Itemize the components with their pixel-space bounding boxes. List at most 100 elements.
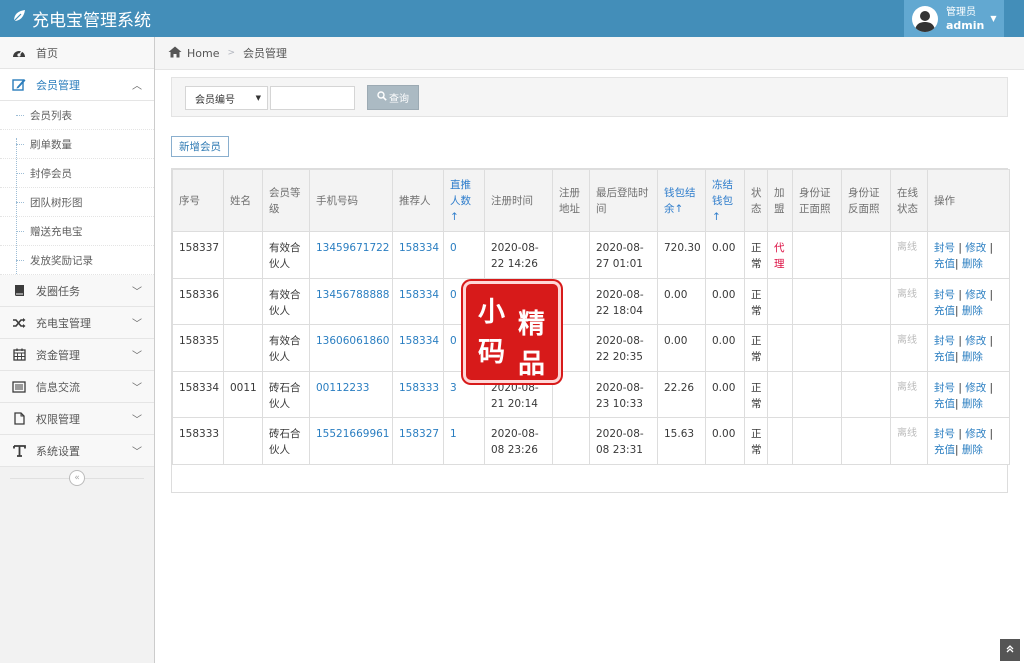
ban-link[interactable]: 封号 [934,382,955,394]
sidebar-item-label: 会员管理 [36,78,80,92]
direct-count-link[interactable]: 0 [443,231,485,279]
chevron-up-icon: ︿ [132,81,142,92]
ban-link[interactable]: 封号 [934,289,955,301]
separator: | [955,444,962,456]
ban-link[interactable]: 封号 [934,242,955,254]
member-name-cell [223,231,263,279]
search-input[interactable] [270,86,355,110]
column-header-sortable[interactable]: 钱包结余↑ [657,169,706,232]
separator: | [955,304,962,317]
delete-link[interactable]: 删除 [962,258,983,270]
delete-link[interactable]: 删除 [962,351,983,363]
sidebar-item-tasks[interactable]: 发圈任务 ﹀ [0,275,154,307]
wallet-balance-cell: 0.00 [657,277,706,325]
row-actions-cell: 封号 | 修改 | 充值| 删除 [927,231,1010,279]
sidebar-item-funds[interactable]: 资金管理 ﹀ [0,339,154,371]
sidebar-item-permissions[interactable]: 权限管理 ﹀ [0,403,154,435]
add-member-button[interactable]: 新增会员 [171,136,229,157]
column-header: 注册时间 [484,169,553,232]
separator: | [955,351,962,363]
frozen-wallet-cell: 0.00 [705,231,745,279]
member-phone-link[interactable]: 13459671722 [309,231,393,279]
referrer-link[interactable]: 158334 [392,324,444,372]
submenu-item-gift-powerbank[interactable]: 赠送充电宝 [0,217,154,246]
online-status-cell: 离线 [890,231,928,279]
recharge-link[interactable]: 充值 [934,351,955,363]
row-actions-cell: 封号 | 修改 | 充值| 删除 [927,370,1010,418]
delete-link[interactable]: 删除 [962,398,983,410]
recharge-link[interactable]: 充值 [934,258,955,270]
separator: | [955,381,966,394]
edit-link[interactable]: 修改 [965,382,986,394]
ban-link[interactable]: 封号 [934,335,955,347]
column-header: 会员等级 [262,169,310,232]
user-menu[interactable]: 管理员 admin ▼ [904,0,1004,37]
member-phone-link[interactable]: 15521669961 [309,417,393,465]
member-phone-link[interactable]: 13456788888 [309,277,393,325]
sidebar-item-members[interactable]: 会员管理 ︿ [0,69,154,101]
edit-link[interactable]: 修改 [965,428,986,440]
frozen-wallet-cell: 0.00 [705,417,745,465]
referrer-link[interactable]: 158327 [392,417,444,465]
table-row: 158335 有效合伙人 13606061860 158334 0 2020-08-22 … [172,324,1010,372]
direct-count-link[interactable]: 1 [443,417,485,465]
referrer-link[interactable]: 158333 [392,370,444,418]
submenu-item-reward-records[interactable]: 发放奖励记录 [0,246,154,275]
column-header: 状态 [744,169,768,232]
referrer-link[interactable]: 158334 [392,231,444,279]
sidebar-item-home[interactable]: 首页 [0,37,154,69]
watermark-char: 品 [518,349,545,380]
book-icon [10,284,28,297]
sidebar-item-settings[interactable]: 系统设置 ﹀ [0,435,154,467]
user-role: 管理员 [946,6,976,18]
submenu-item-team-tree[interactable]: 团队树形图 [0,188,154,217]
submenu-item-order-count[interactable]: 刷单数量 [0,130,154,159]
back-to-top-button[interactable] [1000,639,1020,661]
column-header-sortable[interactable]: 冻结钱包↑ [705,169,745,232]
online-status-cell: 离线 [890,324,928,372]
column-header-sortable[interactable]: 直推人数↑ [443,169,485,232]
edit-link[interactable]: 修改 [965,289,986,301]
member-name-cell [223,324,263,372]
search-field-select[interactable]: 会员编号 ▼ [185,86,268,110]
member-phone-link[interactable]: 00112233 [309,370,393,418]
breadcrumb-home-link[interactable]: Home [187,47,219,60]
online-status-cell: 离线 [890,370,928,418]
sidebar-item-powerbank[interactable]: 充电宝管理 ﹀ [0,307,154,339]
double-chevron-up-icon [1006,644,1014,656]
column-header: 身份证正面照 [792,169,842,232]
member-phone-link[interactable]: 13606061860 [309,324,393,372]
app-brand[interactable]: 充电宝管理系统 [12,7,151,31]
delete-link[interactable]: 删除 [962,444,983,456]
id-back-cell [841,231,891,279]
search-button[interactable]: 查询 [367,85,419,110]
recharge-link[interactable]: 充值 [934,305,955,317]
sidebar-item-label: 发圈任务 [36,284,80,298]
edit-link[interactable]: 修改 [965,335,986,347]
member-name-cell [223,277,263,325]
double-chevron-left-icon[interactable]: « [69,470,85,486]
separator: | [955,288,966,301]
last-login-cell: 2020-08-08 23:31 [589,417,658,465]
ban-link[interactable]: 封号 [934,428,955,440]
referrer-link[interactable]: 158334 [392,277,444,325]
row-actions-cell: 封号 | 修改 | 充值| 删除 [927,417,1010,465]
wallet-balance-cell: 15.63 [657,417,706,465]
home-icon[interactable] [168,46,182,61]
column-header: 在线状态 [890,169,928,232]
delete-link[interactable]: 删除 [962,305,983,317]
recharge-link[interactable]: 充值 [934,444,955,456]
last-login-cell: 2020-08-27 01:01 [589,231,658,279]
sidebar-item-messages[interactable]: 信息交流 ﹀ [0,371,154,403]
submenu-item-member-list[interactable]: 会员列表 [0,101,154,130]
recharge-link[interactable]: 充值 [934,398,955,410]
separator: | [955,242,966,254]
sidebar-item-label: 系统设置 [36,444,80,458]
members-submenu: 会员列表 刷单数量 封停会员 团队树形图 赠送充电宝 发放奖励记录 [0,101,154,275]
submenu-item-banned-members[interactable]: 封停会员 [0,159,154,188]
edit-icon [10,78,28,91]
frozen-wallet-cell: 0.00 [705,277,745,325]
separator: | [955,397,962,410]
avatar [912,5,938,32]
edit-link[interactable]: 修改 [965,242,986,254]
